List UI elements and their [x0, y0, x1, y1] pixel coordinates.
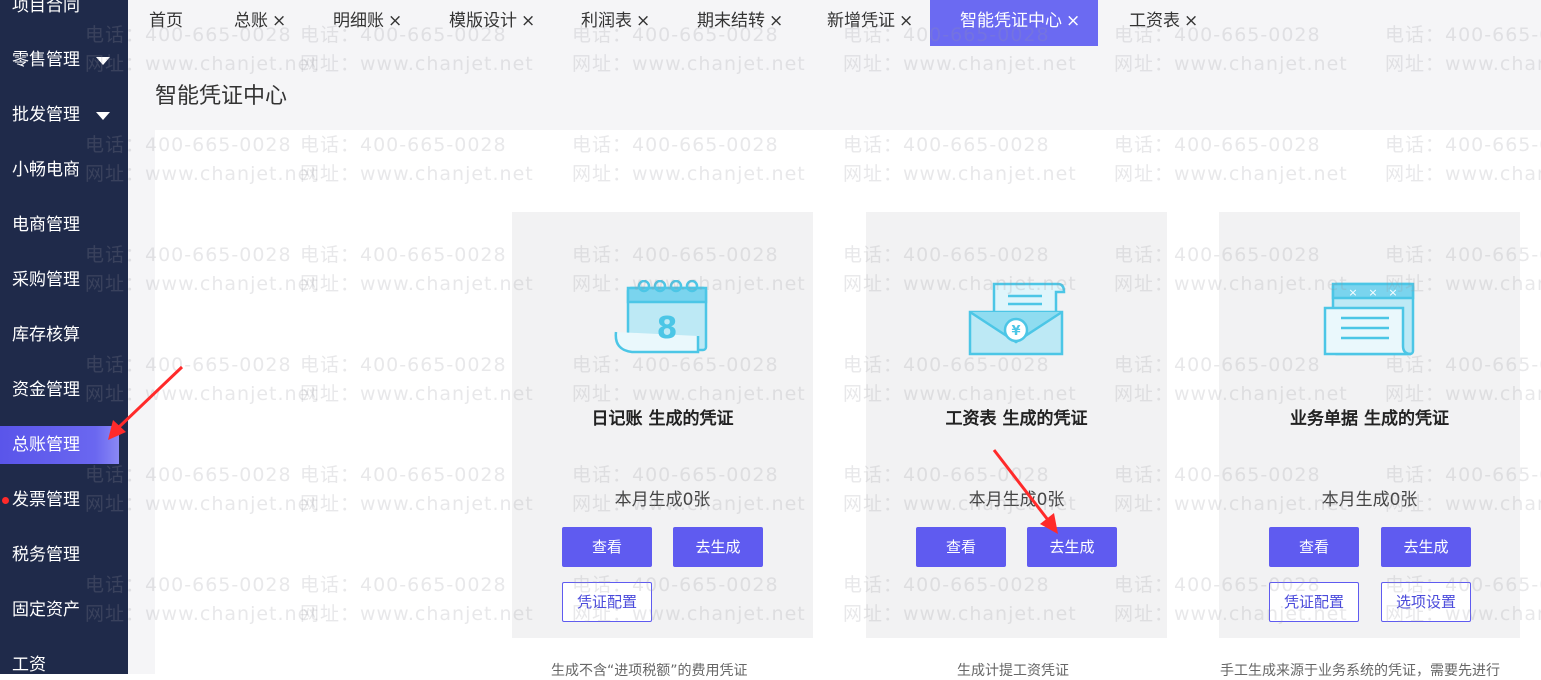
- close-icon[interactable]: ×: [388, 11, 402, 31]
- tab-label: 期末结转: [697, 11, 765, 31]
- tab[interactable]: 明细账 ×: [322, 0, 418, 46]
- options-settings-button[interactable]: 选项设置: [1381, 582, 1471, 622]
- tab[interactable]: 期末结转 ×: [686, 0, 802, 46]
- sidebar-item-label: 库存核算: [12, 325, 80, 345]
- sidebar-item[interactable]: 固定资产: [0, 590, 128, 630]
- tab-label: 智能凭证中心: [960, 11, 1062, 31]
- close-icon[interactable]: ×: [521, 11, 535, 31]
- sidebar-item-label: 项目合同: [12, 0, 80, 16]
- tab-label: 模版设计: [449, 11, 517, 31]
- view-button[interactable]: 查看: [1269, 527, 1359, 567]
- voucher-config-button[interactable]: 凭证配置: [562, 582, 652, 622]
- sidebar-item-label: 税务管理: [12, 545, 80, 565]
- sidebar-item[interactable]: 工资: [0, 645, 128, 674]
- tab-bar: 首页 总账 × 明细账 × 模版设计 × 利润表 × 期末结转 × 新增凭证 × 智能凭证中心 × 工资表 ×: [128, 0, 1541, 46]
- tab[interactable]: 智能凭证中心 ×: [930, 0, 1098, 46]
- sidebar-item[interactable]: 项目合同: [0, 0, 128, 26]
- tab-label: 总账: [234, 11, 268, 31]
- view-button[interactable]: 查看: [562, 527, 652, 567]
- card-description: 生成不含“进项税额”的费用凭证: [551, 663, 748, 679]
- tab-label: 明细账: [333, 11, 384, 31]
- card-description: 生成计提工资凭证: [957, 663, 1069, 679]
- close-icon[interactable]: ×: [769, 11, 783, 31]
- sidebar-item-label: 固定资产: [12, 600, 80, 620]
- close-icon[interactable]: ×: [636, 11, 650, 31]
- card-title: 工资表 生成的凭证: [945, 409, 1088, 429]
- card-count: 本月生成0张: [1321, 490, 1418, 510]
- voucher-card-business-docs: × × × 业务单据 生成的凭证 本月生成0张 查看 去生成 凭证配置 选项设置: [1219, 212, 1520, 638]
- generate-button[interactable]: 去生成: [1027, 527, 1117, 567]
- content-gutter: [128, 46, 155, 674]
- notification-dot-icon: [2, 497, 9, 504]
- voucher-card-salary: ¥ 工资表 生成的凭证 本月生成0张 查看 去生成: [866, 212, 1167, 638]
- tab[interactable]: 工资表 ×: [1118, 0, 1214, 46]
- tab[interactable]: 新增凭证 ×: [816, 0, 934, 46]
- card-description: 手工生成来源于业务系统的凭证，需要先进行: [1220, 663, 1500, 679]
- sidebar-item[interactable]: 发票管理: [0, 480, 128, 520]
- card-count: 本月生成0张: [614, 490, 711, 510]
- title-bar: [128, 46, 1541, 130]
- sidebar-item-label: 电商管理: [12, 215, 80, 235]
- generate-button[interactable]: 去生成: [673, 527, 763, 567]
- sidebar-item-label: 零售管理: [12, 50, 80, 70]
- document-list-icon: × × ×: [1323, 282, 1415, 356]
- sidebar-item-label: 总账管理: [12, 435, 80, 455]
- sidebar-item[interactable]: 零售管理: [0, 40, 128, 80]
- sidebar-item[interactable]: 资金管理: [0, 370, 128, 410]
- card-count: 本月生成0张: [968, 490, 1065, 510]
- tab[interactable]: 利润表 ×: [570, 0, 670, 46]
- sidebar-item-label: 工资: [12, 655, 46, 674]
- sidebar-item[interactable]: 总账管理: [0, 426, 119, 464]
- view-button[interactable]: 查看: [916, 527, 1006, 567]
- svg-text:×: ×: [1348, 286, 1357, 299]
- svg-text:×: ×: [1388, 286, 1397, 299]
- tab-label: 新增凭证: [827, 11, 895, 31]
- tab[interactable]: 首页: [138, 0, 192, 46]
- card-title: 业务单据 生成的凭证: [1290, 409, 1449, 429]
- page-title: 智能凭证中心: [155, 84, 288, 109]
- voucher-card-journal: 8 日记账 生成的凭证 本月生成0张 查看 去生成 凭证配置: [512, 212, 813, 638]
- svg-text:×: ×: [1368, 286, 1377, 299]
- sidebar-item[interactable]: 税务管理: [0, 535, 128, 575]
- caret-down-icon: [96, 57, 110, 65]
- tab[interactable]: 总账 ×: [223, 0, 311, 46]
- generate-button[interactable]: 去生成: [1381, 527, 1471, 567]
- sidebar-item[interactable]: 库存核算: [0, 315, 128, 355]
- close-icon[interactable]: ×: [1184, 11, 1198, 31]
- sidebar-item[interactable]: 批发管理: [0, 95, 128, 135]
- close-icon[interactable]: ×: [899, 11, 913, 31]
- calendar-icon: 8: [614, 280, 708, 354]
- tab[interactable]: 模版设计 ×: [438, 0, 554, 46]
- sidebar: 项目合同零售管理批发管理小畅电商电商管理采购管理库存核算资金管理总账管理发票管理…: [0, 0, 128, 674]
- sidebar-item[interactable]: 电商管理: [0, 205, 128, 245]
- close-icon[interactable]: ×: [1066, 11, 1080, 31]
- sidebar-item-label: 发票管理: [12, 490, 80, 510]
- sidebar-item-label: 小畅电商: [12, 160, 80, 180]
- card-title: 日记账 生成的凭证: [591, 409, 734, 429]
- svg-text:¥: ¥: [1011, 324, 1020, 339]
- sidebar-item[interactable]: 小畅电商: [0, 150, 128, 190]
- tab-label: 工资表: [1129, 11, 1180, 31]
- tab-label: 利润表: [581, 11, 632, 31]
- tab-label: 首页: [149, 11, 183, 31]
- sidebar-item-label: 采购管理: [12, 270, 80, 290]
- salary-envelope-icon: ¥: [968, 282, 1066, 356]
- close-icon[interactable]: ×: [272, 11, 286, 31]
- svg-text:8: 8: [657, 311, 678, 346]
- sidebar-item[interactable]: 采购管理: [0, 260, 128, 300]
- caret-down-icon: [96, 112, 110, 120]
- sidebar-item-label: 资金管理: [12, 380, 80, 400]
- voucher-config-button[interactable]: 凭证配置: [1269, 582, 1359, 622]
- sidebar-item-label: 批发管理: [12, 105, 80, 125]
